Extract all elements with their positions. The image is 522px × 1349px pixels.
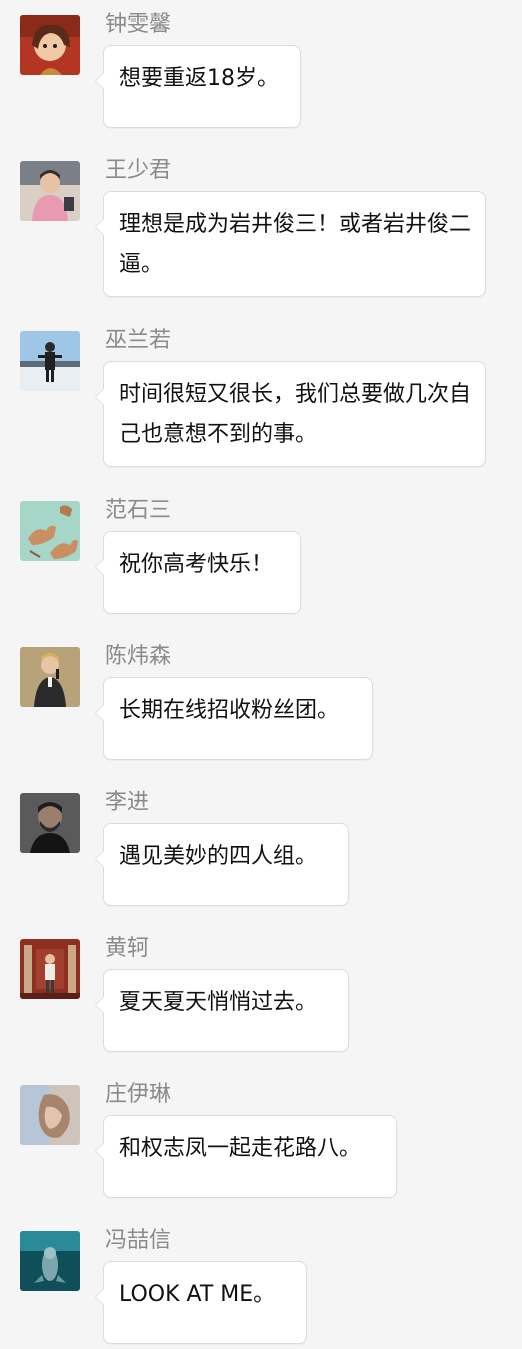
message-text: 时间很短又很长，我们总要做几次自己也意想不到的事。 — [119, 382, 472, 447]
sender-name: 王少君 — [105, 158, 172, 183]
chat-message: 范石三 祝你高考快乐！ — [0, 486, 522, 632]
chat-message: 王少君 理想是成为岩井俊三！或者岩井俊二逼。 — [0, 146, 522, 316]
sender-name: 陈炜森 — [105, 644, 172, 669]
chat-message-list: 钟雯馨 想要重返18岁。 王少君 理想是成为岩井俊三！或者岩井俊二逼。 巫兰若 … — [0, 0, 522, 1349]
user-avatar-icon[interactable] — [20, 1231, 80, 1291]
message-text: 夏天夏天悄悄过去。 — [119, 990, 318, 1015]
user-avatar-icon[interactable] — [20, 15, 80, 75]
message-text: 遇见美妙的四人组。 — [119, 844, 318, 869]
chat-message: 钟雯馨 想要重返18岁。 — [0, 0, 522, 146]
sender-name: 李进 — [105, 790, 150, 815]
message-bubble[interactable]: 想要重返18岁。 — [95, 45, 301, 128]
user-avatar-icon[interactable] — [20, 161, 80, 221]
user-avatar-icon[interactable] — [20, 501, 80, 561]
message-bubble[interactable]: 长期在线招收粉丝团。 — [95, 677, 373, 760]
sender-name: 钟雯馨 — [105, 12, 172, 37]
message-bubble[interactable]: 理想是成为岩井俊三！或者岩井俊二逼。 — [95, 191, 486, 297]
chat-message: 李进 遇见美妙的四人组。 — [0, 778, 522, 924]
chat-message: 庄伊琳 和权志凤一起走花路八。 — [0, 1070, 522, 1216]
message-bubble[interactable]: 时间很短又很长，我们总要做几次自己也意想不到的事。 — [95, 361, 486, 467]
sender-name: 巫兰若 — [105, 328, 172, 353]
chat-message: 冯喆信 LOOK AT ME。 — [0, 1216, 522, 1349]
chat-message: 黄轲 夏天夏天悄悄过去。 — [0, 924, 522, 1070]
message-text: 和权志凤一起走花路八。 — [119, 1136, 362, 1161]
message-bubble[interactable]: 祝你高考快乐！ — [95, 531, 301, 614]
user-avatar-icon[interactable] — [20, 1085, 80, 1145]
user-avatar-icon[interactable] — [20, 331, 80, 391]
user-avatar-icon[interactable] — [20, 793, 80, 853]
sender-name: 范石三 — [105, 498, 172, 523]
message-bubble[interactable]: 和权志凤一起走花路八。 — [95, 1115, 397, 1198]
user-avatar-icon[interactable] — [20, 647, 80, 707]
sender-name: 黄轲 — [105, 936, 150, 961]
sender-name: 庄伊琳 — [105, 1082, 172, 1107]
message-text: LOOK AT ME。 — [119, 1282, 276, 1307]
chat-message: 陈炜森 长期在线招收粉丝团。 — [0, 632, 522, 778]
message-text: 祝你高考快乐！ — [119, 552, 274, 577]
chat-message: 巫兰若 时间很短又很长，我们总要做几次自己也意想不到的事。 — [0, 316, 522, 486]
message-bubble[interactable]: LOOK AT ME。 — [95, 1261, 307, 1344]
message-text: 理想是成为岩井俊三！或者岩井俊二逼。 — [119, 212, 472, 277]
message-bubble[interactable]: 遇见美妙的四人组。 — [95, 823, 349, 906]
user-avatar-icon[interactable] — [20, 939, 80, 999]
message-text: 长期在线招收粉丝团。 — [119, 698, 340, 723]
message-bubble[interactable]: 夏天夏天悄悄过去。 — [95, 969, 349, 1052]
sender-name: 冯喆信 — [105, 1228, 172, 1253]
message-text: 想要重返18岁。 — [119, 66, 279, 91]
